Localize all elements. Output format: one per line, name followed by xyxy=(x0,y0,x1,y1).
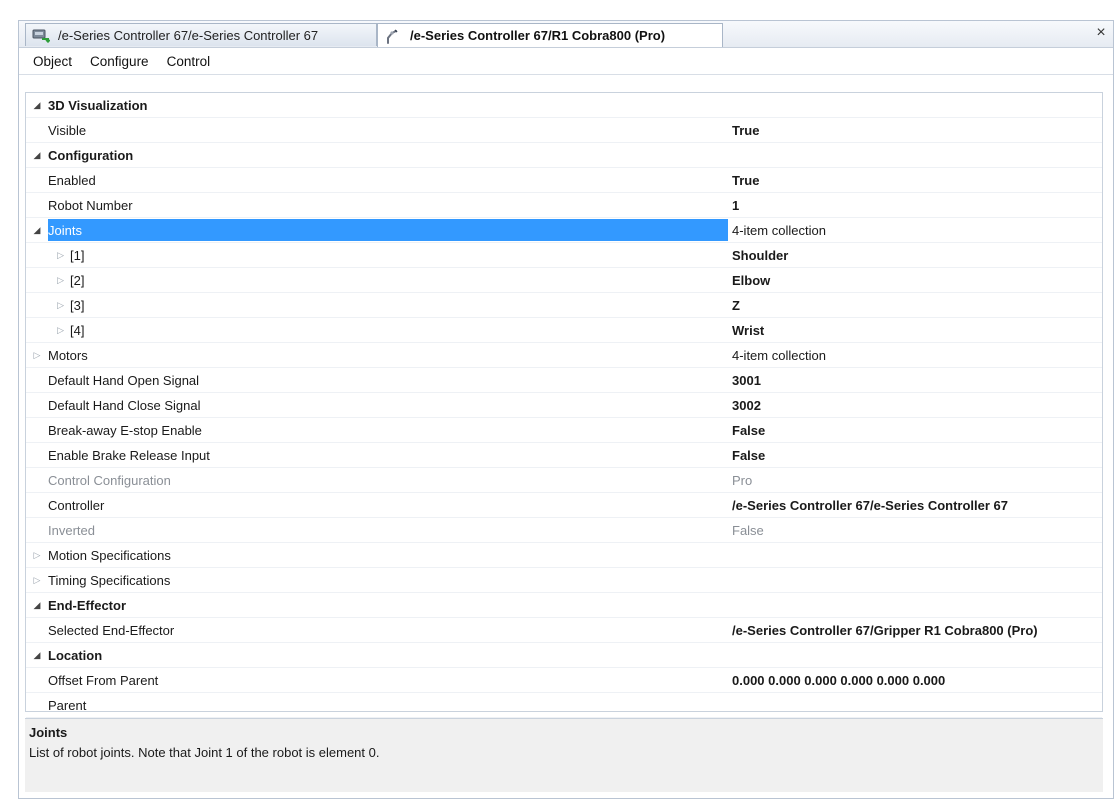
joint-row-3[interactable]: ▷ [3] Z xyxy=(26,293,1102,318)
property-row-enable-brake-release-input[interactable]: Enable Brake Release Input False xyxy=(26,443,1102,468)
expand-triangle-icon[interactable]: ▷ xyxy=(26,575,48,586)
property-value[interactable]: Wrist xyxy=(728,323,1102,338)
menu-object[interactable]: Object xyxy=(19,54,81,69)
property-grid: ◢ 3D Visualization Visible True ◢ Configurati… xyxy=(25,92,1103,718)
property-name: End-Effector xyxy=(48,597,126,613)
controller-icon xyxy=(32,27,50,43)
robot-object-editor-window: /e-Series Controller 67/e-Series Control… xyxy=(18,20,1114,799)
document-tab-strip: /e-Series Controller 67/e-Series Control… xyxy=(19,21,1113,48)
property-name: Selected End-Effector xyxy=(48,622,175,638)
collapse-triangle-icon[interactable]: ◢ xyxy=(26,225,48,236)
menu-configure[interactable]: Configure xyxy=(81,54,158,69)
description-title: Joints xyxy=(29,725,68,740)
property-value[interactable]: 4-item collection xyxy=(728,223,1102,238)
property-value[interactable]: /e-Series Controller 67/Gripper R1 Cobra… xyxy=(728,623,1102,638)
property-row-joints[interactable]: ◢ Joints 4-item collection xyxy=(26,218,1102,243)
property-name: Default Hand Close Signal xyxy=(48,397,201,413)
expand-triangle-icon[interactable]: ▷ xyxy=(26,550,48,561)
joint-row-2[interactable]: ▷ [2] Elbow xyxy=(26,268,1102,293)
collapse-triangle-icon[interactable]: ◢ xyxy=(26,650,48,661)
property-name: [2] xyxy=(70,272,85,288)
tab-label: /e-Series Controller 67/e-Series Control… xyxy=(58,27,319,43)
property-row-enabled[interactable]: Enabled True xyxy=(26,168,1102,193)
property-row-inverted[interactable]: Inverted False xyxy=(26,518,1102,543)
property-value[interactable]: False xyxy=(728,523,1102,538)
property-row-controller[interactable]: Controller/e-Series Controller 67/e-Seri… xyxy=(26,493,1102,518)
property-name: Parent xyxy=(48,697,87,713)
property-name: Enabled xyxy=(48,172,96,188)
property-name: Motion Specifications xyxy=(48,547,171,563)
property-name: Joints xyxy=(48,222,82,238)
property-row-default-hand-open-signal[interactable]: Default Hand Open Signal 3001 xyxy=(26,368,1102,393)
property-row-robot-number[interactable]: Robot Number 1 xyxy=(26,193,1102,218)
property-value[interactable]: 0.000 0.000 0.000 0.000 0.000 0.000 xyxy=(728,673,1102,688)
joint-row-4[interactable]: ▷ [4] Wrist xyxy=(26,318,1102,343)
property-name: Control Configuration xyxy=(48,472,171,488)
property-row-timing-specifications[interactable]: ▷ Timing Specifications xyxy=(26,568,1102,593)
tab-controller[interactable]: /e-Series Controller 67/e-Series Control… xyxy=(25,23,377,46)
tab-robot[interactable]: /e-Series Controller 67/R1 Cobra800 (Pro… xyxy=(377,23,723,47)
property-name: Configuration xyxy=(48,147,134,163)
property-name: [1] xyxy=(70,247,85,263)
property-value[interactable]: False xyxy=(728,423,1102,438)
property-name: Controller xyxy=(48,497,105,513)
property-value[interactable]: /e-Series Controller 67/e-Series Control… xyxy=(728,498,1102,513)
category-3d-visualization[interactable]: ◢ 3D Visualization xyxy=(26,93,1102,118)
property-name: Default Hand Open Signal xyxy=(48,372,200,388)
property-name: Enable Brake Release Input xyxy=(48,447,210,463)
robot-arm-icon xyxy=(384,28,402,44)
collapse-triangle-icon[interactable]: ◢ xyxy=(26,100,48,111)
property-name: 3D Visualization xyxy=(48,97,148,113)
property-value[interactable]: 4-item collection xyxy=(728,348,1102,363)
category-location[interactable]: ◢ Location xyxy=(26,643,1102,668)
expand-triangle-icon[interactable]: ▷ xyxy=(26,300,70,311)
property-row-offset-from-parent[interactable]: Offset From Parent 0.000 0.000 0.000 0.00… xyxy=(26,668,1102,693)
menu-control[interactable]: Control xyxy=(158,54,220,69)
property-value[interactable]: Shoulder xyxy=(728,248,1102,263)
property-row-selected-end-effector[interactable]: Selected End-Effector/e-Series Controlle… xyxy=(26,618,1102,643)
property-value[interactable]: True xyxy=(728,173,1102,188)
property-row-control-configuration[interactable]: Control Configuration Pro xyxy=(26,468,1102,493)
property-name: Break-away E-stop Enable xyxy=(48,422,202,438)
property-value[interactable]: Pro xyxy=(728,473,1102,488)
expand-triangle-icon[interactable]: ▷ xyxy=(26,350,48,361)
description-panel: Joints List of robot joints. Note that J… xyxy=(25,718,1103,792)
property-row-visible[interactable]: Visible True xyxy=(26,118,1102,143)
property-value[interactable]: True xyxy=(728,123,1102,138)
property-value[interactable]: False xyxy=(728,448,1102,463)
collapse-triangle-icon[interactable]: ◢ xyxy=(26,150,48,161)
property-name: Timing Specifications xyxy=(48,572,171,588)
property-row-motion-specifications[interactable]: ▷ Motion Specifications xyxy=(26,543,1102,568)
property-name: Inverted xyxy=(48,522,95,538)
property-name: Robot Number xyxy=(48,197,133,213)
joint-row-1[interactable]: ▷ [1] Shoulder xyxy=(26,243,1102,268)
property-value[interactable]: 3001 xyxy=(728,373,1102,388)
property-name: Offset From Parent xyxy=(48,672,159,688)
property-name: [4] xyxy=(70,322,85,338)
close-icon[interactable]: × xyxy=(1093,24,1109,42)
expand-triangle-icon[interactable]: ▷ xyxy=(26,325,70,336)
property-value[interactable]: Elbow xyxy=(728,273,1102,288)
category-configuration[interactable]: ◢ Configuration xyxy=(26,143,1102,168)
property-name: [3] xyxy=(70,297,85,313)
menu-bar: Object Configure Control xyxy=(19,48,1113,75)
property-value[interactable]: 1 xyxy=(728,198,1102,213)
collapse-triangle-icon[interactable]: ◢ xyxy=(26,600,48,611)
property-row-break-away-e-stop-enable[interactable]: Break-away E-stop Enable False xyxy=(26,418,1102,443)
category-end-effector[interactable]: ◢ End-Effector xyxy=(26,593,1102,618)
description-text: List of robot joints. Note that Joint 1 … xyxy=(29,745,380,760)
property-row-parent[interactable]: Parent xyxy=(26,693,1102,718)
property-row-motors[interactable]: ▷ Motors 4-item collection xyxy=(26,343,1102,368)
expand-triangle-icon[interactable]: ▷ xyxy=(26,275,70,286)
property-value[interactable]: 3002 xyxy=(728,398,1102,413)
property-name: Visible xyxy=(48,122,87,138)
tab-label: /e-Series Controller 67/R1 Cobra800 (Pro… xyxy=(410,28,666,43)
expand-triangle-icon[interactable]: ▷ xyxy=(26,250,70,261)
property-name: Motors xyxy=(48,347,88,363)
property-name: Location xyxy=(48,647,103,663)
property-row-default-hand-close-signal[interactable]: Default Hand Close Signal 3002 xyxy=(26,393,1102,418)
property-value[interactable]: Z xyxy=(728,298,1102,313)
